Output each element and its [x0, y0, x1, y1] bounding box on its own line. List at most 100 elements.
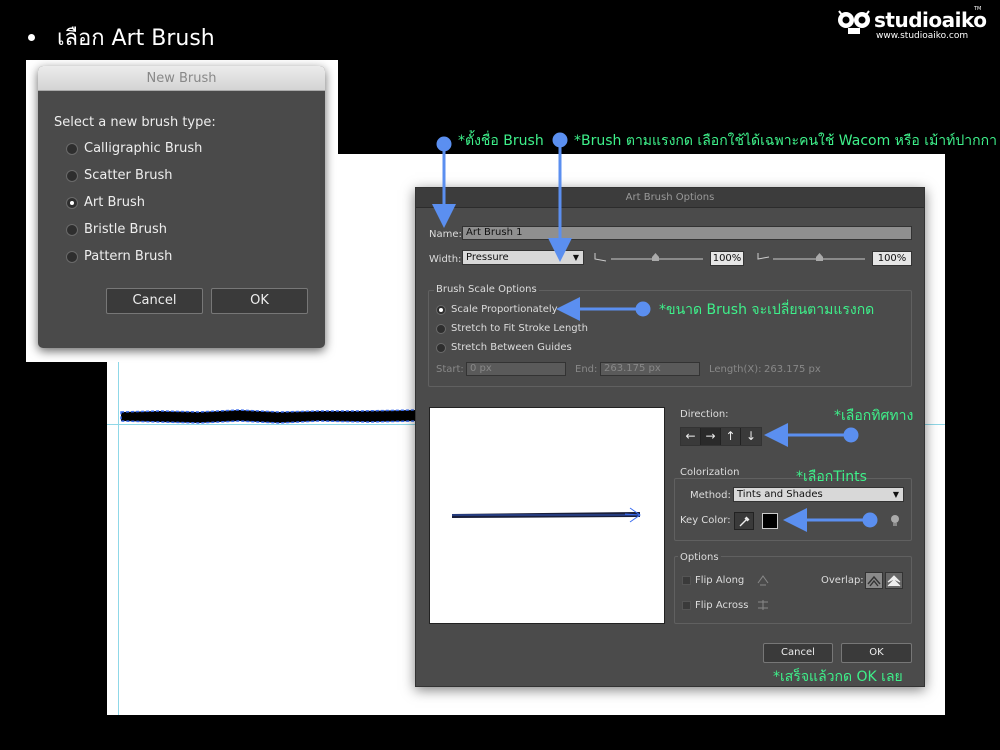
preview-stroke — [452, 507, 641, 523]
radio-button[interactable] — [66, 223, 78, 236]
radio-button-selected[interactable] — [66, 196, 78, 209]
max-width-slider-thumb[interactable] — [816, 253, 823, 261]
width-dropdown[interactable]: Pressure ▼ — [462, 250, 584, 265]
length-label: Length(X): — [709, 364, 762, 375]
art-brush-options-dialog: Art Brush Options Name: Art Brush 1 Widt… — [415, 187, 925, 687]
stretch-between-guides-option[interactable]: Stretch Between Guides — [436, 342, 572, 353]
stretch-to-fit-option[interactable]: Stretch to Fit Stroke Length — [436, 323, 588, 334]
brush-type-label: Calligraphic Brush — [84, 141, 203, 156]
brush-type-pattern[interactable]: Pattern Brush — [66, 249, 172, 264]
method-label: Method: — [690, 490, 731, 501]
brush-type-label: Bristle Brush — [84, 222, 168, 237]
radio-button[interactable] — [436, 342, 446, 353]
colorization-label: Colorization — [678, 467, 742, 478]
cancel-button[interactable]: Cancel — [763, 643, 833, 663]
brush-name-input[interactable]: Art Brush 1 — [462, 226, 912, 240]
min-width-field[interactable]: 100% — [710, 251, 744, 266]
note-ok: *เสร็จแล้วกด OK เลย — [773, 669, 903, 685]
flip-along-label: Flip Along — [695, 575, 745, 586]
radio-button-selected[interactable] — [436, 304, 446, 315]
direction-down-button[interactable]: ↓ — [741, 428, 761, 445]
ok-button[interactable]: OK — [841, 643, 912, 663]
flip-across-checkbox[interactable] — [682, 601, 691, 610]
note-scale: *ขนาด Brush จะเปลี่ยนตามแรงกด — [659, 302, 875, 318]
method-dropdown[interactable]: Tints and Shades ▼ — [733, 487, 904, 502]
slide-title-text: เลือก Art Brush — [57, 26, 215, 51]
options-label: Options — [678, 552, 721, 563]
min-width-slider-thumb[interactable] — [652, 253, 659, 261]
brush-type-label: Pattern Brush — [84, 249, 173, 264]
skull-logo-icon — [838, 10, 870, 34]
brush-stroke-artwork[interactable] — [119, 407, 419, 425]
new-brush-dialog: New Brush Select a new brush type: Calli… — [38, 66, 325, 348]
note-brush-name: *ตั้งชื่อ Brush — [458, 133, 544, 149]
logo-url: www.studioaiko.com — [876, 31, 969, 41]
name-arrow-dot — [436, 136, 452, 152]
key-color-swatch[interactable] — [762, 513, 778, 529]
name-label: Name: — [429, 229, 462, 240]
chevron-down-icon: ▼ — [892, 490, 899, 499]
brush-type-calligraphic[interactable]: Calligraphic Brush — [66, 141, 202, 156]
radio-button[interactable] — [66, 250, 78, 263]
flip-across-icon — [758, 600, 768, 610]
note-direction: *เลือกทิศทาง — [834, 408, 914, 424]
key-color-label: Key Color: — [680, 515, 731, 526]
overlap-adjust-button[interactable] — [865, 572, 883, 589]
eyedropper-icon — [739, 516, 750, 527]
lightbulb-tips-icon[interactable] — [890, 514, 900, 528]
brush-type-art[interactable]: Art Brush — [66, 195, 145, 210]
width-label: Width: — [429, 254, 462, 265]
direction-up-button[interactable]: ↑ — [721, 428, 741, 445]
scale-option-label: Scale Proportionately — [451, 304, 558, 315]
flip-along-icon — [757, 575, 769, 586]
flip-along-option[interactable]: Flip Along — [682, 575, 744, 586]
overlap-none-button[interactable] — [885, 572, 903, 589]
ok-button[interactable]: OK — [211, 288, 308, 314]
start-input[interactable]: 0 px — [466, 362, 566, 376]
brush-type-label: Scatter Brush — [84, 168, 173, 183]
art-brush-options-title: Art Brush Options — [416, 188, 924, 208]
flip-along-checkbox[interactable] — [682, 576, 691, 585]
logo-tm: TM — [974, 6, 982, 12]
brush-scale-options-label: Brush Scale Options — [434, 284, 539, 295]
radio-button[interactable] — [66, 169, 78, 182]
new-brush-title: New Brush — [38, 66, 325, 91]
start-label: Start: — [436, 364, 464, 375]
end-label: End: — [575, 364, 598, 375]
scale-option-label: Stretch Between Guides — [451, 342, 572, 353]
direction-left-button[interactable]: ← — [681, 428, 701, 445]
scale-proportionately-option[interactable]: Scale Proportionately — [436, 304, 558, 315]
brush-type-label: Art Brush — [84, 195, 145, 210]
slide-title: เลือก Art Brush — [28, 20, 215, 55]
max-width-icon — [757, 253, 770, 260]
pressure-arrow-dot — [552, 132, 568, 148]
width-dropdown-value: Pressure — [466, 252, 509, 263]
overlap-label: Overlap: — [821, 575, 864, 586]
brush-type-prompt: Select a new brush type: — [54, 115, 216, 130]
overlap-none-icon — [887, 575, 901, 587]
brush-type-scatter[interactable]: Scatter Brush — [66, 168, 173, 183]
note-tints: *เลือกTints — [796, 469, 867, 485]
logo-name: studioaiko — [874, 8, 987, 32]
method-dropdown-value: Tints and Shades — [737, 489, 823, 500]
direction-right-button[interactable]: → — [701, 428, 721, 445]
flip-across-label: Flip Across — [695, 600, 749, 611]
brush-preview — [429, 407, 665, 624]
note-pressure: *Brush ตามแรงกด เลือกใช้ได้เฉพาะคนใช้ Wa… — [574, 133, 997, 149]
radio-button[interactable] — [66, 142, 78, 155]
studioaiko-logo: studioaiko TM www.studioaiko.com — [836, 6, 987, 42]
scale-option-label: Stretch to Fit Stroke Length — [451, 323, 588, 334]
overlap-adjust-icon — [867, 575, 881, 587]
direction-label: Direction: — [680, 409, 729, 420]
flip-across-option[interactable]: Flip Across — [682, 600, 748, 611]
max-width-field[interactable]: 100% — [872, 251, 912, 266]
cancel-button[interactable]: Cancel — [106, 288, 203, 314]
direction-buttons: ← → ↑ ↓ — [680, 427, 762, 446]
chevron-down-icon: ▼ — [572, 253, 579, 262]
end-input[interactable]: 263.175 px — [600, 362, 700, 376]
length-value: 263.175 px — [764, 364, 821, 375]
brush-type-bristle[interactable]: Bristle Brush — [66, 222, 167, 237]
min-width-icon — [594, 253, 607, 262]
eyedropper-button[interactable] — [734, 512, 754, 530]
radio-button[interactable] — [436, 323, 446, 334]
